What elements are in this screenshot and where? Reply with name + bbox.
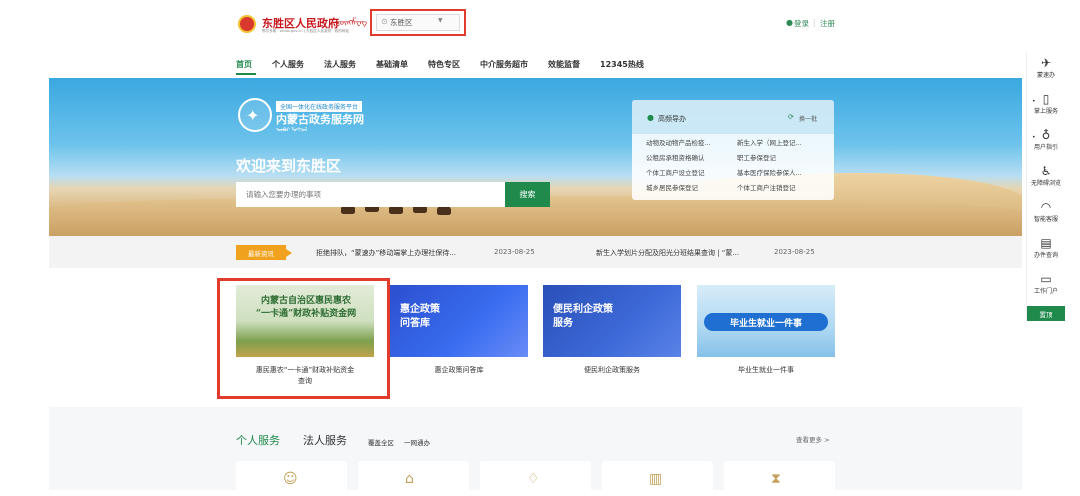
- welcome-heading: 欢迎来到东胜区: [236, 157, 342, 175]
- card-image-text: 便民利企政策 服务: [553, 304, 613, 329]
- nav-item-home[interactable]: 首页: [236, 59, 252, 70]
- nav-active-indicator: [236, 73, 256, 75]
- site-subtitle: 鄂尔多斯 · ordos.gov.cn | 东胜区人民政府 · 政府网站: [262, 29, 350, 33]
- sidebar-dot: •: [1032, 134, 1036, 141]
- monitor-icon: ▭: [1040, 272, 1052, 286]
- sidebar-item-label: 蒙速办: [1036, 72, 1055, 79]
- sidebar-item-mengsuban[interactable]: ✈ 蒙速办: [1026, 56, 1066, 79]
- portal-logo-icon: ✦: [246, 106, 260, 125]
- main-nav: 首页 个人服务 法人服务 基础清单 特色专区 中介服务超市 效能监督 12345…: [236, 59, 664, 70]
- header-separator: |: [813, 18, 816, 27]
- nav-item-special[interactable]: 特色专区: [428, 59, 460, 70]
- sidebar-item-portal[interactable]: ▭ 工作门户: [1026, 272, 1066, 295]
- card-image-text: 惠企政策 问答库: [400, 304, 440, 329]
- nav-item-basic-list[interactable]: 基础清单: [376, 59, 408, 70]
- hot-guide-link[interactable]: 公租房承租资格确认: [646, 152, 705, 162]
- drop-icon: ●: [647, 113, 654, 122]
- hot-guide-title: 高频导办: [658, 115, 686, 123]
- news-item[interactable]: 拒绝排队，“蒙速办”移动端掌上办理社保待...: [316, 248, 456, 258]
- sidebar-item-label: 工作门户: [1033, 288, 1058, 295]
- see-more-link[interactable]: 查看更多 >: [796, 434, 830, 444]
- card-label-graduate[interactable]: 毕业生就业一件事: [697, 365, 835, 376]
- portal-name-mongolian: ᠦᠪᠦᠷ ᠮᠣᠩᠭᠣᠯ: [276, 127, 308, 133]
- refresh-icon[interactable]: ⟳: [788, 113, 794, 121]
- sidebar-item-accessibility[interactable]: ♿ 无障碍浏览: [1026, 164, 1066, 187]
- hot-guide-link[interactable]: 个体工商户注销登记: [737, 182, 796, 192]
- hot-guide-link[interactable]: 基本医疗保险参保人...: [737, 167, 802, 177]
- building-icon: ▥: [649, 471, 663, 487]
- register-link[interactable]: 注册: [820, 18, 835, 29]
- location-pin-icon: ⊙: [381, 17, 388, 26]
- card-highlight: [217, 278, 390, 399]
- house-icon: ⌂: [405, 471, 414, 487]
- document-search-icon: ▤: [1040, 236, 1052, 250]
- sidebar-item-support[interactable]: ◠ 智能客服: [1026, 200, 1066, 223]
- news-date: 2023-08-25: [494, 248, 535, 256]
- nav-item-personal[interactable]: 个人服务: [272, 59, 304, 70]
- back-to-top-button[interactable]: 置顶: [1027, 306, 1065, 321]
- nav-item-agency-market[interactable]: 中介服务超市: [480, 59, 528, 70]
- nav-item-supervision[interactable]: 效能监督: [548, 59, 580, 70]
- region-selector-label: 东胜区: [390, 18, 413, 27]
- sidebar-dot: •: [1032, 98, 1036, 105]
- refresh-button[interactable]: 换一批: [799, 114, 817, 123]
- bird-icon: ✈: [1040, 56, 1052, 70]
- hot-guide-link[interactable]: 职工参保登记: [737, 152, 776, 162]
- sidebar-item-label: 智能客服: [1033, 216, 1058, 223]
- card-label-enterprise-qa[interactable]: 惠企政策问答库: [390, 365, 528, 376]
- tab-legal-service[interactable]: 法人服务: [303, 432, 347, 448]
- baby-icon: ☺: [283, 471, 298, 487]
- news-badge: 最新资讯: [236, 245, 292, 260]
- hot-guide-link[interactable]: 新生入学（网上登记...: [737, 137, 802, 147]
- site-title-mongolian: ᠳ᠋ᠦᠩᠱᠧᠩ: [335, 18, 367, 27]
- one-net-label: 一网通办: [404, 439, 430, 447]
- cover-all-label: 覆盖全区: [368, 439, 394, 447]
- hot-guide-link[interactable]: 个体工商户设立登记: [646, 167, 705, 177]
- news-date: 2023-08-25: [774, 248, 815, 256]
- hero-banner: [49, 78, 1022, 236]
- sidebar-item-label: 掌上服务: [1033, 108, 1058, 115]
- news-item[interactable]: 新生入学划片分配及阳光分班结果查询 | “蒙...: [596, 248, 739, 258]
- chevron-down-icon: ▼: [438, 17, 443, 24]
- card-image-text: 毕业生就业一件事: [704, 313, 828, 331]
- hot-guide-link[interactable]: 城乡居民参保登记: [646, 182, 698, 192]
- wheelchair-icon: ♿: [1040, 164, 1052, 178]
- nav-item-hotline[interactable]: 12345热线: [600, 59, 644, 70]
- card-label-policy-service[interactable]: 便民利企政策服务: [543, 365, 681, 376]
- sidebar-item-query[interactable]: ▤ 办件查询: [1026, 236, 1066, 259]
- national-emblem-icon: [238, 15, 256, 33]
- sidebar-item-label: 无障碍浏览: [1030, 180, 1061, 187]
- nav-item-legal[interactable]: 法人服务: [324, 59, 356, 70]
- search-input[interactable]: [236, 182, 505, 207]
- news-strip: [49, 236, 1022, 268]
- sidebar-item-label: 用户指引: [1033, 144, 1058, 151]
- hot-guide-link[interactable]: 动物及动物产品检疫...: [646, 137, 711, 147]
- shirt-icon: ♢: [527, 471, 540, 487]
- headset-icon: ◠: [1040, 200, 1052, 214]
- tab-personal-service[interactable]: 个人服务: [236, 432, 280, 448]
- hourglass-icon: ⧗: [771, 471, 781, 487]
- sidebar-item-label: 办件查询: [1033, 252, 1058, 259]
- login-link[interactable]: 登录: [794, 18, 809, 29]
- user-icon: ●: [786, 18, 793, 27]
- search-button[interactable]: 搜索: [505, 182, 550, 207]
